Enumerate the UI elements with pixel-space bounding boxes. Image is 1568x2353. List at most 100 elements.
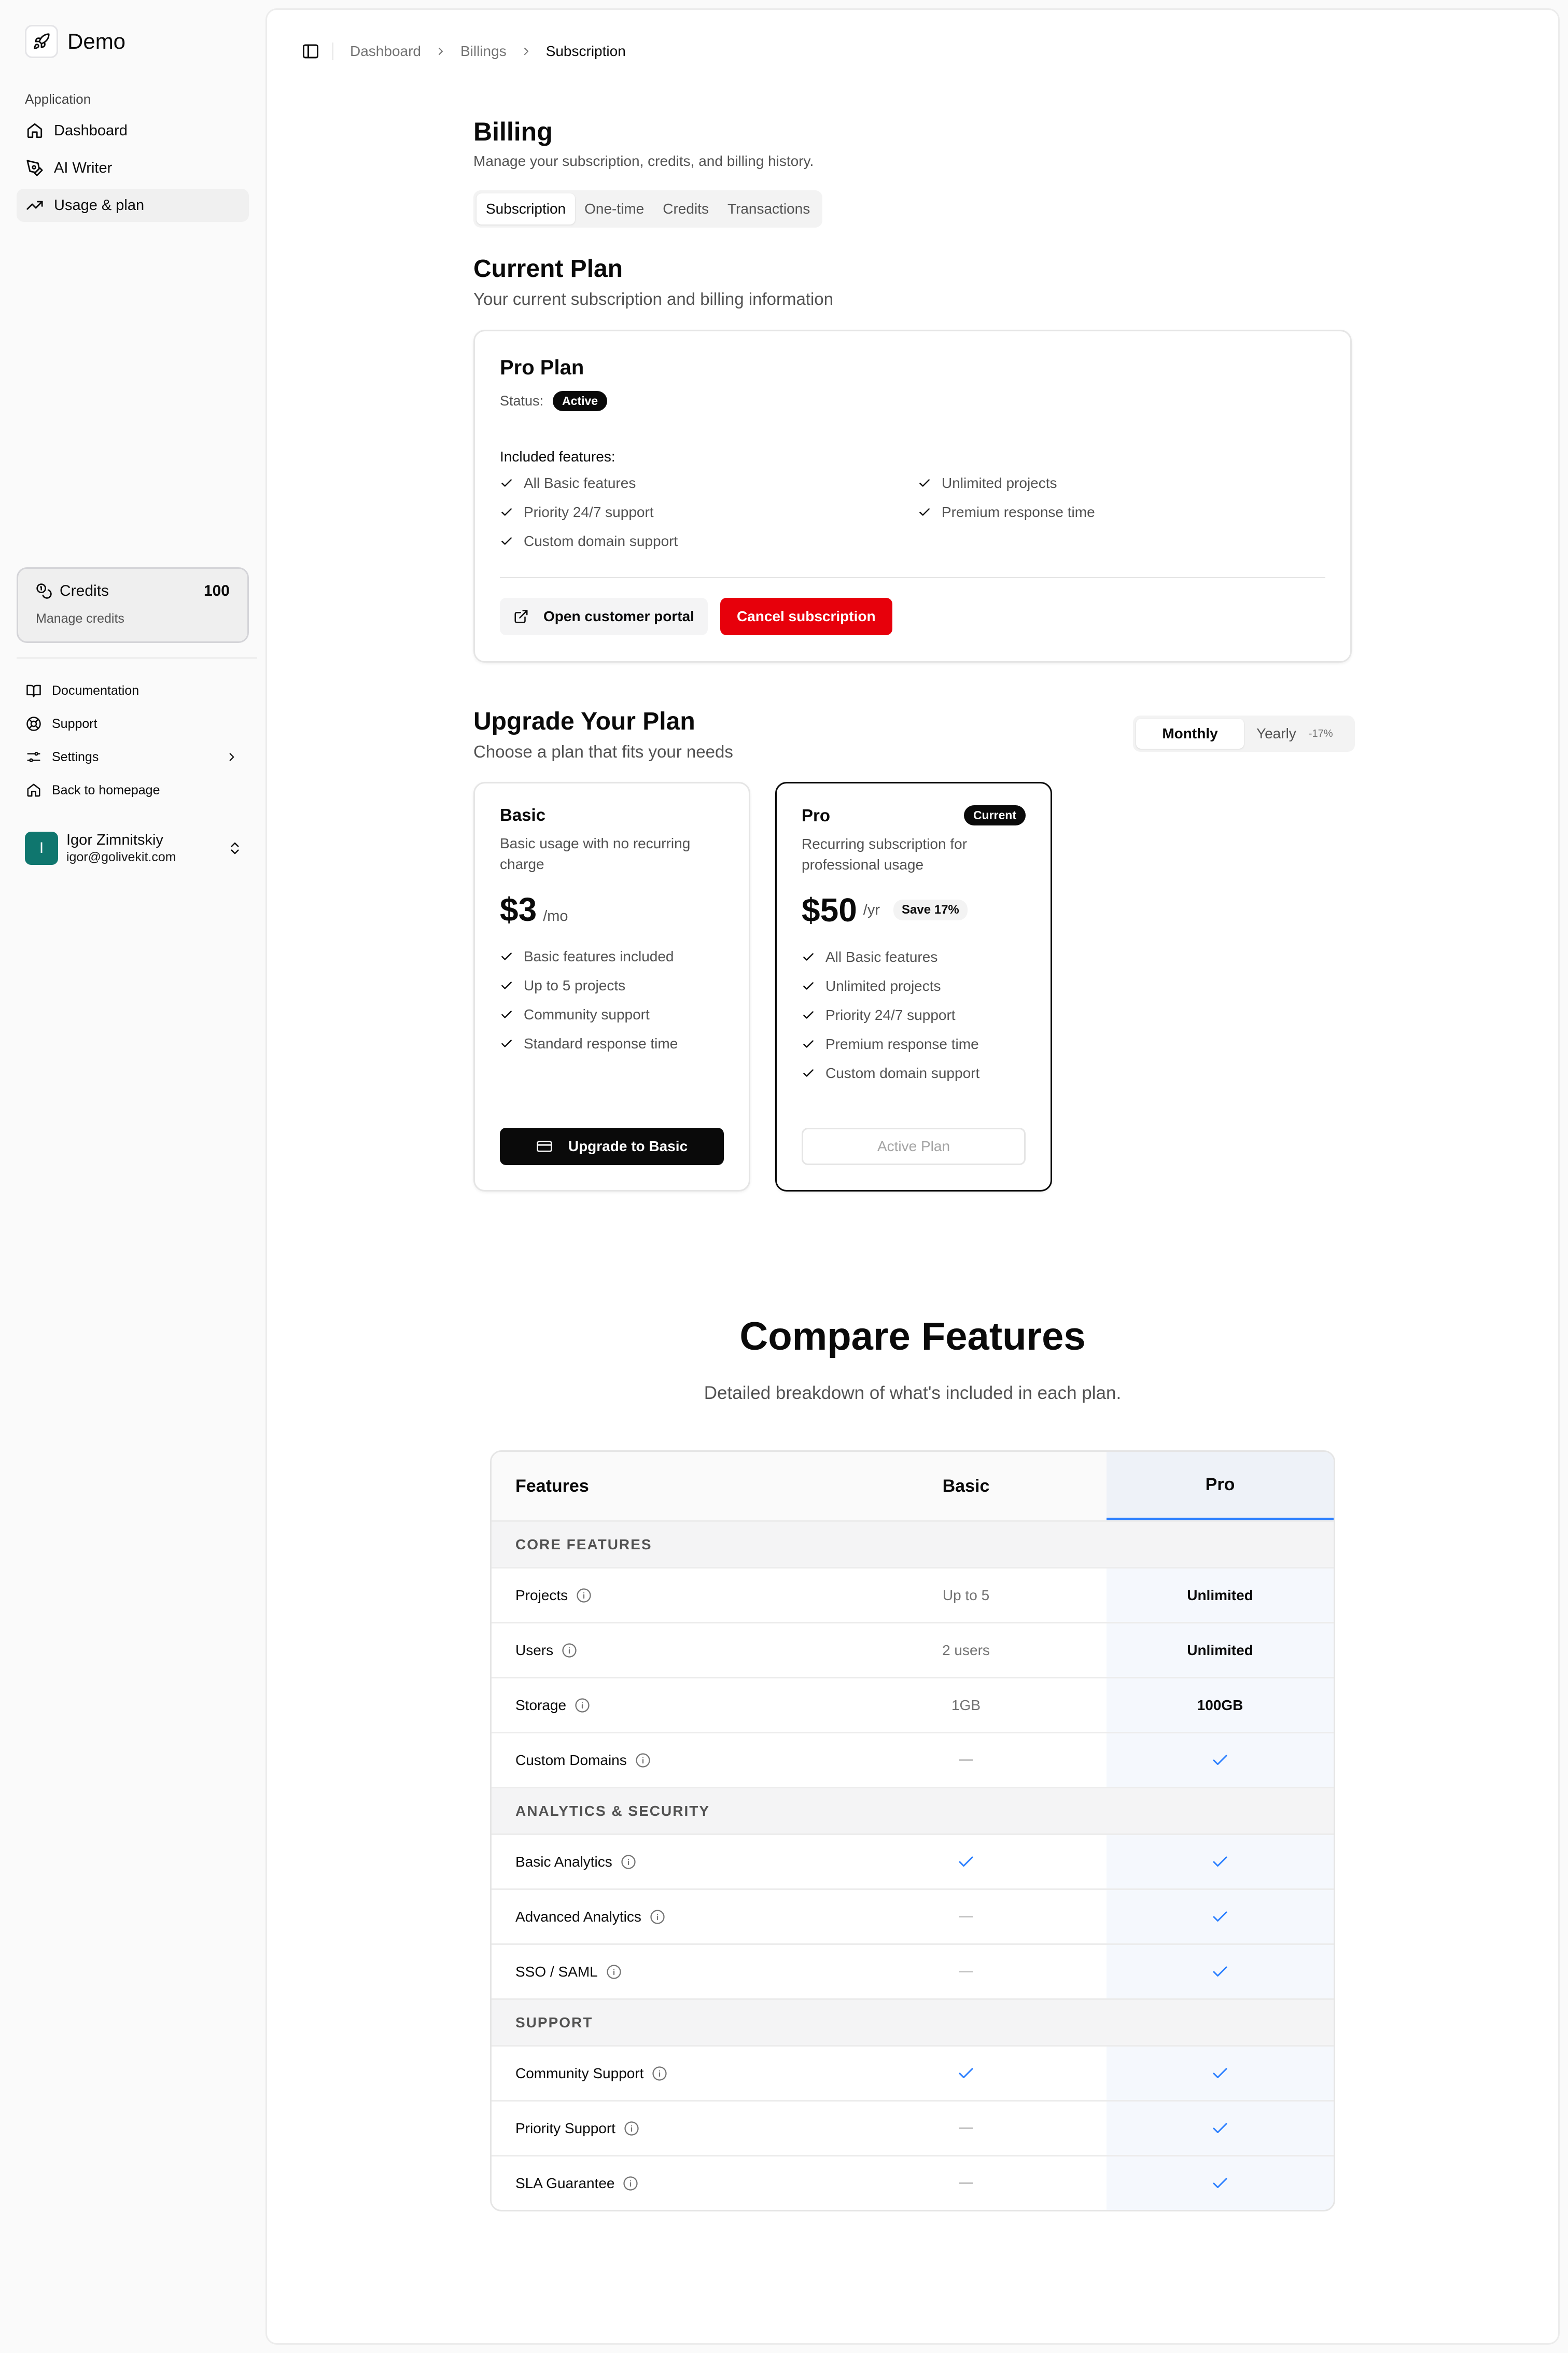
manage-credits-link[interactable]: Manage credits: [36, 611, 230, 626]
chevron-right-icon: [229, 753, 234, 761]
current-plan-card: Pro Plan Status: Active Included feature…: [473, 330, 1352, 663]
feature-item: All Basic features: [802, 943, 1026, 972]
feature-item: Priority 24/7 support: [500, 501, 918, 523]
table-row: Basic Analytics: [492, 1833, 1334, 1888]
breadcrumb-subscription: Subscription: [545, 43, 626, 59]
credit-card-icon: [537, 1141, 552, 1152]
info-icon[interactable]: [623, 2176, 638, 2191]
check-icon: [1213, 2123, 1227, 2133]
billing-tabs: Subscription One-time Credits Transactio…: [473, 190, 823, 228]
feature-name: Users: [515, 1642, 554, 1658]
brand[interactable]: Demo: [25, 25, 125, 58]
header-features: Features: [515, 1476, 589, 1496]
compare-table: Features Basic Pro CORE FEATURES Projects…: [490, 1450, 1335, 2211]
check-icon: [803, 1011, 814, 1019]
info-icon[interactable]: [576, 1588, 592, 1603]
cell-value: 1GB: [951, 1697, 981, 1713]
tab-credits[interactable]: Credits: [653, 193, 718, 225]
info-icon[interactable]: [650, 1909, 665, 1925]
page-content: Billing Manage your subscription, credit…: [473, 117, 1355, 2211]
feature-name: SSO / SAML: [515, 1963, 598, 1980]
upgrade-to-basic-button[interactable]: Upgrade to Basic: [500, 1128, 724, 1165]
check-icon: [501, 508, 512, 516]
topbar-divider: [332, 43, 333, 60]
user-email: igor@golivekit.com: [66, 850, 176, 864]
credits-label: Credits: [60, 582, 109, 599]
plan-period: /yr: [863, 901, 880, 918]
check-icon: [803, 1069, 814, 1077]
not-included-dash: [959, 1916, 973, 1917]
sidebar-item-dashboard[interactable]: Dashboard: [17, 114, 249, 147]
feature-name: Custom Domains: [515, 1752, 627, 1768]
chevrons-up-down-icon: [231, 842, 239, 855]
sidebar-item-label: Back to homepage: [52, 782, 160, 797]
sidebar-item-label: Dashboard: [54, 122, 128, 139]
table-row: Priority Support: [492, 2100, 1334, 2155]
feature-item: All Basic features: [500, 472, 918, 494]
upgrade-header: Upgrade Your Plan Choose a plan that fit…: [473, 707, 1355, 769]
not-included-dash: [959, 1759, 973, 1761]
coins-icon: [36, 583, 52, 599]
sidebar-item-label: Support: [52, 716, 97, 731]
compare-subtitle: Detailed breakdown of what's included in…: [704, 1383, 1122, 1403]
plan-price: $50: [802, 891, 857, 929]
group-label: CORE FEATURES: [515, 1536, 652, 1552]
sidebar-item-usage-plan[interactable]: Usage & plan: [17, 189, 249, 222]
breadcrumb-billings[interactable]: Billings: [460, 43, 507, 60]
info-icon[interactable]: [635, 1753, 651, 1768]
info-icon[interactable]: [575, 1698, 590, 1713]
home-icon: [27, 783, 40, 797]
check-icon: [919, 508, 930, 516]
plan-name: Basic: [500, 805, 546, 824]
check-icon: [501, 1011, 512, 1018]
current-plan-subtitle: Your current subscription and billing in…: [473, 289, 833, 309]
sidebar-item-settings[interactable]: Settings: [17, 740, 249, 774]
chevron-right-icon: [524, 48, 528, 55]
cancel-subscription-button[interactable]: Cancel subscription: [720, 598, 892, 635]
feature-name: Basic Analytics: [515, 1853, 612, 1870]
feature-item: Basic features included: [500, 942, 724, 971]
sidebar-item-back-to-homepage[interactable]: Back to homepage: [17, 774, 249, 807]
check-icon: [501, 479, 512, 487]
sidebar-item-support[interactable]: Support: [17, 707, 249, 740]
lifebuoy-icon: [26, 717, 41, 731]
open-customer-portal-button[interactable]: Open customer portal: [500, 598, 708, 635]
check-icon: [1213, 1966, 1227, 1977]
info-icon[interactable]: [562, 1643, 577, 1658]
status-label: Status:: [500, 393, 544, 409]
cell-value: 100GB: [1197, 1697, 1243, 1713]
table-row: Storage 1GB 100GB: [492, 1677, 1334, 1732]
sidebar-item-documentation[interactable]: Documentation: [17, 674, 249, 707]
table-row: Advanced Analytics: [492, 1888, 1334, 1943]
credits-card[interactable]: Credits 100 Manage credits: [17, 567, 249, 643]
tab-one-time[interactable]: One-time: [575, 193, 653, 225]
info-icon[interactable]: [624, 2121, 639, 2136]
avatar: I: [25, 832, 58, 865]
tab-subscription[interactable]: Subscription: [477, 193, 576, 225]
plan-description: Recurring subscription for professional …: [802, 836, 968, 873]
info-icon[interactable]: [621, 1854, 636, 1870]
feature-name: Community Support: [515, 2065, 644, 2081]
feature-item: Premium response time: [918, 501, 1281, 523]
user-name: Igor Zimnitskiy: [66, 832, 163, 848]
group-label: SUPPORT: [515, 2014, 593, 2030]
active-plan-button: Active Plan: [802, 1128, 1026, 1165]
user-menu[interactable]: I Igor Zimnitskiy igor@golivekit.com: [25, 828, 243, 869]
cell-value: 2 users: [942, 1642, 990, 1658]
check-icon: [501, 537, 512, 545]
info-icon[interactable]: [606, 1964, 622, 1980]
toggle-yearly[interactable]: Yearly: [1256, 725, 1296, 742]
tab-transactions[interactable]: Transactions: [718, 193, 819, 225]
plan-card-pro: Pro Current Recurring subscription for p…: [775, 782, 1052, 1192]
info-icon[interactable]: [652, 2066, 667, 2081]
toggle-monthly[interactable]: Monthly: [1136, 719, 1244, 749]
breadcrumb-dashboard[interactable]: Dashboard: [350, 43, 421, 60]
feature-item: Standard response time: [500, 1029, 724, 1058]
sidebar-toggle-icon[interactable]: [301, 42, 320, 61]
table-row: SLA Guarantee: [492, 2155, 1334, 2210]
check-icon: [1213, 2178, 1227, 2188]
sidebar: Demo Application Dashboard AI Writer Usa…: [0, 0, 264, 2353]
sidebar-item-ai-writer[interactable]: AI Writer: [17, 151, 249, 185]
table-row: Custom Domains: [492, 1732, 1334, 1787]
plan-name: Pro: [802, 805, 831, 825]
